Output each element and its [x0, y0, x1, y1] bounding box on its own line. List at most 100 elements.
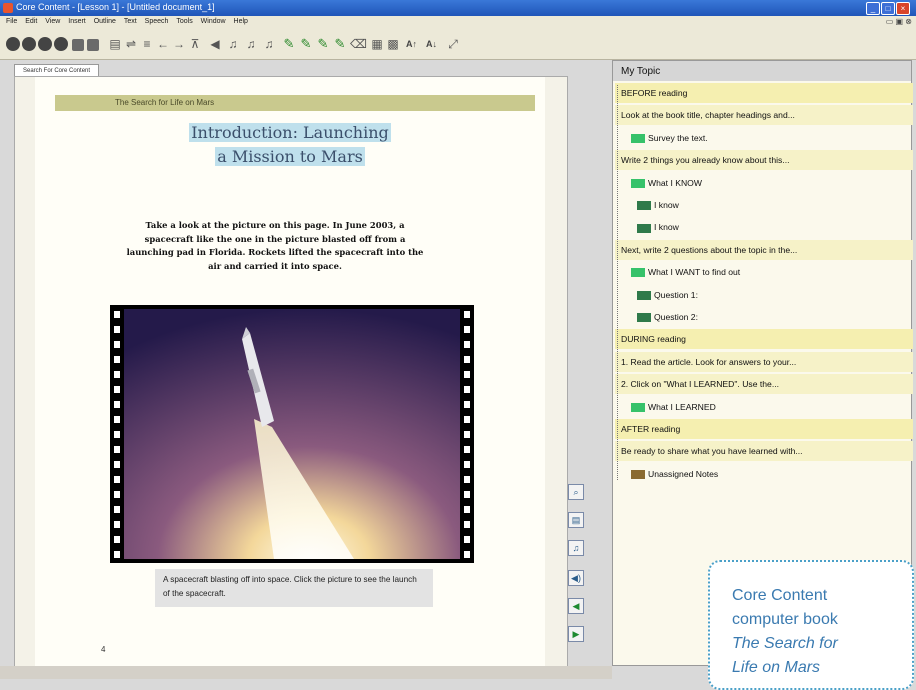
record-icon[interactable] — [38, 37, 52, 51]
forward-arrow-icon[interactable]: → — [172, 37, 186, 51]
menu-tools[interactable]: Tools — [176, 18, 192, 25]
highlighter-icon[interactable]: ✎ — [316, 37, 330, 51]
next-page-icon[interactable]: ▶ — [568, 626, 584, 642]
film-perforation — [464, 311, 470, 318]
menu-insert[interactable]: Insert — [68, 18, 86, 25]
document-pane: The Search for Life on Mars Introduction… — [14, 76, 568, 676]
topic-row-label: What I WANT to find out — [648, 267, 741, 278]
film-perforation — [464, 461, 470, 468]
menu-outline[interactable]: Outline — [94, 18, 116, 25]
note-marker-icon — [631, 134, 645, 144]
book-icon[interactable]: ▩ — [386, 37, 400, 51]
menu-edit[interactable]: Edit — [25, 18, 37, 25]
collapse-icon[interactable]: ⊼ — [188, 37, 202, 51]
rocket-launch-image[interactable] — [124, 309, 460, 559]
film-perforation — [464, 431, 470, 438]
film-perforation — [464, 386, 470, 393]
topic-row[interactable]: Question 2: — [637, 307, 905, 327]
note-marker-icon — [631, 470, 645, 480]
topic-row[interactable]: Survey the text. — [631, 128, 905, 148]
topic-row-label: DURING reading — [621, 334, 686, 345]
page-header-bar: The Search for Life on Mars — [55, 95, 535, 111]
outline-icon[interactable]: ▤ — [108, 37, 122, 51]
search-icon[interactable]: ⌕ — [568, 484, 584, 500]
save-icon[interactable] — [72, 39, 84, 51]
topic-row[interactable]: I know — [637, 217, 905, 237]
film-perforation — [114, 461, 120, 468]
book-title: The Search for Life on Mars — [115, 98, 215, 107]
menu-speech[interactable]: Speech — [145, 18, 169, 25]
menu-help[interactable]: Help — [234, 18, 248, 25]
topic-row[interactable]: DURING reading — [615, 329, 913, 350]
film-perforation — [114, 326, 120, 333]
topic-row[interactable]: Question 1: — [637, 285, 905, 305]
menu-text[interactable]: Text — [124, 18, 137, 25]
menu-window[interactable]: Window — [201, 18, 226, 25]
page-number: 4 — [101, 645, 106, 654]
list-icon[interactable]: ≡ — [140, 37, 154, 51]
topic-row[interactable]: Look at the book title, chapter headings… — [615, 105, 913, 126]
font-smaller-icon[interactable]: A↓ — [426, 39, 437, 53]
font-larger-icon[interactable]: A↑ — [406, 39, 417, 53]
film-perforation — [114, 431, 120, 438]
film-perforation — [114, 371, 120, 378]
topic-row-label: Survey the text. — [648, 132, 708, 143]
move-icon[interactable]: ⇌ — [124, 37, 138, 51]
launch-video-thumbnail[interactable] — [110, 305, 474, 563]
topic-row[interactable]: What I KNOW — [631, 173, 905, 193]
note-marker-icon — [637, 313, 651, 323]
music-icon[interactable]: ♫ — [244, 37, 258, 51]
minimize-button[interactable]: _ — [866, 2, 880, 15]
film-perforation — [464, 401, 470, 408]
callout-box: Core Content computer book The Search fo… — [708, 560, 914, 690]
topic-row[interactable]: Next, write 2 questions about the topic … — [615, 239, 913, 260]
topic-row[interactable]: 2. Click on "What I LEARNED". Use the... — [615, 374, 913, 395]
topic-header: My Topic — [613, 61, 911, 81]
topic-row[interactable]: Unassigned Notes — [631, 464, 905, 484]
toolbar: ▤ ⇌ ≡ ← → ⊼ ◀ ♫ ♫ ♫ ✎ ✎ ✎ ✎ ⌫ ▦ ▩ A↑ A↓ … — [0, 29, 916, 60]
topic-row[interactable]: 1. Read the article. Look for answers to… — [615, 351, 913, 372]
topic-row[interactable]: Be ready to share what you have learned … — [615, 441, 913, 462]
notes-icon[interactable]: ▤ — [568, 512, 584, 528]
record-icon[interactable] — [6, 37, 20, 51]
topic-row-label: 1. Read the article. Look for answers to… — [621, 356, 797, 367]
film-perforation — [464, 536, 470, 543]
callout-line4: Life on Mars — [732, 659, 821, 676]
menu-file[interactable]: File — [6, 18, 17, 25]
menu-view[interactable]: View — [45, 18, 60, 25]
highlighter-icon[interactable]: ✎ — [299, 37, 313, 51]
close-button[interactable]: × — [896, 2, 910, 15]
highlighter-icon[interactable]: ✎ — [282, 37, 296, 51]
topic-row[interactable]: What I LEARNED — [631, 397, 905, 417]
music-icon[interactable]: ♫ — [568, 540, 584, 556]
previous-page-icon[interactable]: ◀ — [568, 598, 584, 614]
notes-icon[interactable]: ▦ — [370, 37, 384, 51]
mdi-window-controls[interactable]: ▭ ▣ ⊗ — [886, 17, 912, 26]
topic-row[interactable]: What I WANT to find out — [631, 262, 905, 282]
record-icon[interactable] — [22, 37, 36, 51]
music-icon[interactable]: ♫ — [226, 37, 240, 51]
back-arrow-icon[interactable]: ← — [156, 37, 170, 51]
maximize-button[interactable]: □ — [881, 2, 895, 15]
topic-row-label: Unassigned Notes — [648, 468, 719, 479]
film-perforation — [464, 551, 470, 558]
topic-row[interactable]: BEFORE reading — [615, 83, 913, 103]
record-icon[interactable] — [54, 37, 68, 51]
topic-row[interactable]: AFTER reading — [615, 419, 913, 439]
body-paragraph: Take a look at the picture on this page.… — [126, 220, 424, 271]
chapter-title: Introduction: Launching a Mission to Mar… — [185, 121, 395, 169]
film-perforation — [114, 356, 120, 363]
fullscreen-icon[interactable]: ⤢ — [446, 37, 460, 51]
film-perforation — [464, 341, 470, 348]
highlighter-icon[interactable]: ✎ — [333, 37, 347, 51]
speaker-icon[interactable]: ◀ — [208, 37, 222, 51]
topic-row[interactable]: I know — [637, 195, 905, 215]
music-icon[interactable]: ♫ — [262, 37, 276, 51]
speaker-icon[interactable]: ◀) — [568, 570, 584, 586]
print-icon[interactable] — [87, 39, 99, 51]
film-perforation — [464, 491, 470, 498]
topic-row[interactable]: Write 2 things you already know about th… — [615, 150, 913, 171]
clear-highlight-icon[interactable]: ⌫ — [350, 37, 367, 51]
app-icon — [3, 3, 13, 13]
film-perforation — [114, 476, 120, 483]
